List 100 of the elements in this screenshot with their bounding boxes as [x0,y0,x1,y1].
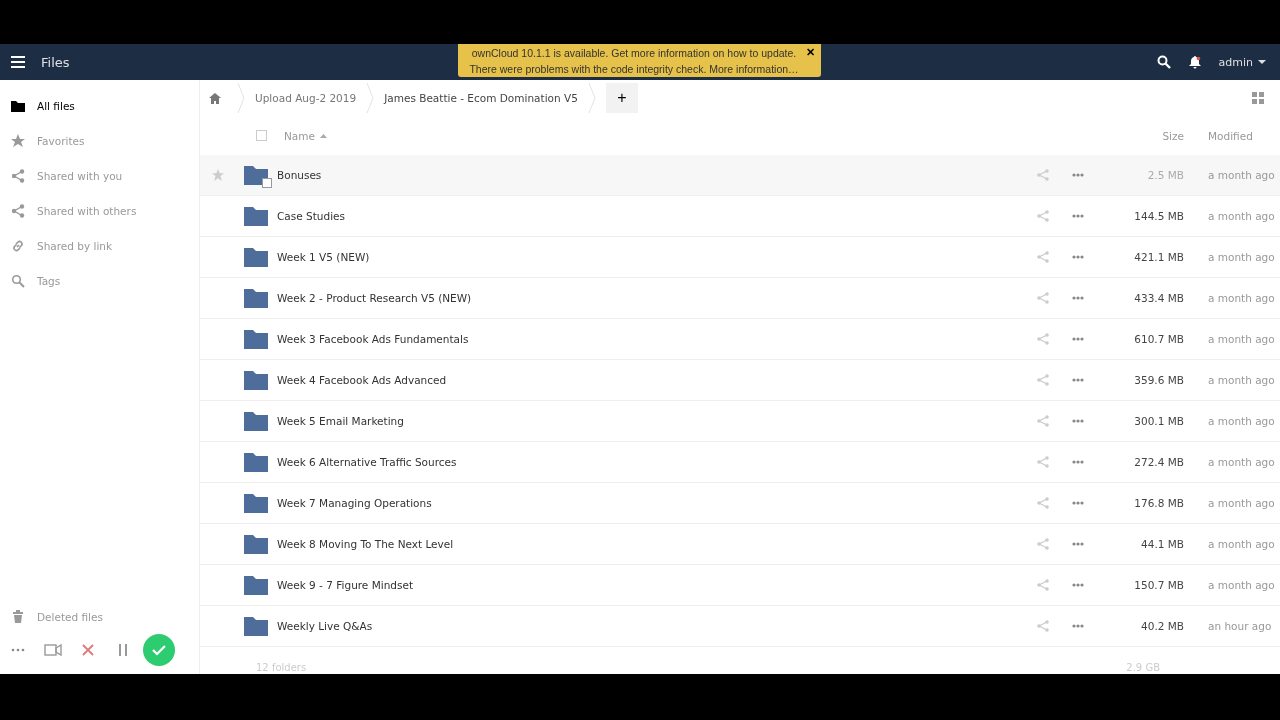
share-icon [11,168,25,183]
star-icon[interactable] [212,169,224,181]
file-size: 610.7 MB [1133,333,1184,345]
link-icon [11,238,25,253]
file-size: 359.6 MB [1133,374,1184,386]
file-name: Week 9 - 7 Figure Mindset [277,579,413,591]
file-row[interactable]: Weekly Live Q&As 40.2 MB an hour ago [200,606,1280,647]
file-name: Week 4 Facebook Ads Advanced [277,374,447,386]
file-row[interactable]: Week 6 Alternative Traffic Sources 272.4 MB a month ago [200,442,1280,483]
file-row[interactable]: Week 3 Facebook Ads Fundamentals 610.7 MB a month ago [200,319,1280,360]
folder-icon [244,206,268,226]
more-icon[interactable] [1072,583,1084,587]
file-name: Week 1 V5 (NEW) [277,251,370,263]
app-title: Files [41,54,70,70]
more-icon[interactable] [1072,460,1084,464]
modified-date: a month ago [1207,251,1276,263]
modified-date: a month ago [1207,374,1276,386]
file-size: 150.7 MB [1133,579,1184,591]
file-name: Case Studies [277,210,345,222]
file-row[interactable]: Week 4 Facebook Ads Advanced 359.6 MB a month ago [200,360,1280,401]
folder-icon [244,247,268,267]
file-name: Weekly Live Q&As [277,620,373,632]
share-icon[interactable] [1037,333,1049,345]
file-name: Bonuses [277,169,322,181]
file-size: 44.1 MB [1140,538,1184,550]
check-icon[interactable] [143,634,175,666]
file-row[interactable]: Week 2 - Product Research V5 (NEW) 433.4 MB a month ago [200,278,1280,319]
more-icon[interactable] [1072,173,1084,177]
folder-icon [244,411,268,431]
file-name: Week 6 Alternative Traffic Sources [277,456,457,468]
more-icon[interactable] [1072,542,1084,546]
file-row[interactable]: Week 1 V5 (NEW) 421.1 MB a month ago [200,237,1280,278]
file-size: 176.8 MB [1133,497,1184,509]
star-icon [11,133,25,148]
home-icon[interactable] [209,92,221,104]
share-icon[interactable] [1037,538,1049,550]
trash-icon [11,609,25,624]
share-icon[interactable] [1037,292,1049,304]
folder-icon [244,575,268,595]
share-icon[interactable] [1037,497,1049,509]
folder-icon [244,616,268,636]
menu-icon[interactable] [11,56,25,68]
more-icon[interactable] [1072,337,1084,341]
share-icon[interactable] [1037,210,1049,222]
more-icon[interactable] [1072,624,1084,628]
notice-text: ownCloud 10.1.1 is available. Get more information on how to update. [471,46,797,61]
modified-date: a month ago [1207,538,1276,550]
file-size: 2.5 MB [1146,169,1184,181]
more-icon[interactable] [1072,378,1084,382]
modified-date: a month ago [1207,456,1276,468]
share-icon[interactable] [1037,579,1049,591]
file-size: 40.2 MB [1140,620,1184,632]
file-row[interactable]: Week 8 Moving To The Next Level 44.1 MB a month ago [200,524,1280,565]
share-icon[interactable] [1037,374,1049,386]
file-name: Week 8 Moving To The Next Level [277,538,454,550]
file-row[interactable]: Week 9 - 7 Figure Mindset 150.7 MB a month ago [200,565,1280,606]
file-size: 144.5 MB [1133,210,1184,222]
file-name: Week 7 Managing Operations [277,497,432,509]
folder-icon [11,98,25,113]
grid-view-icon[interactable] [1252,92,1264,104]
select-all-checkbox[interactable] [256,130,267,141]
file-size: 433.4 MB [1133,292,1184,304]
search-icon[interactable] [1156,55,1171,69]
breadcrumb[interactable]: James Beattie - Ecom Domination V5 [384,92,578,104]
sidebar-item[interactable]: All files [0,88,199,123]
chevron-icon [237,83,245,113]
share-icon[interactable] [1037,251,1049,263]
chevron-icon [366,83,375,113]
modified-date: a month ago [1207,292,1276,304]
share-icon[interactable] [1037,620,1049,632]
close-button[interactable]: ✕ [804,45,817,59]
modified-date: a month ago [1207,497,1276,509]
new-button[interactable]: + [605,83,638,113]
folder-icon [244,452,268,472]
share-icon[interactable] [1037,415,1049,427]
file-size: 421.1 MB [1133,251,1184,263]
file-name: Week 5 Email Marketing [277,415,404,427]
more-icon[interactable] [1072,296,1084,300]
share-icon[interactable] [1037,456,1049,468]
more-icon[interactable] [1072,255,1084,259]
more-icon[interactable] [1072,419,1084,423]
share-icon[interactable] [1037,169,1049,181]
bell-icon[interactable] [1188,55,1201,69]
file-row[interactable]: Bonuses 2.5 MB a month ago [200,155,1280,196]
breadcrumb[interactable]: Upload Aug-2 2019 [255,92,357,104]
more-icon[interactable] [1072,214,1084,218]
folder-icon [244,329,268,349]
user-menu[interactable]: admin [1218,55,1266,69]
modified-date: a month ago [1207,579,1276,591]
modified-date: a month ago [1207,169,1276,181]
file-row[interactable]: Week 5 Email Marketing 300.1 MB a month ago [200,401,1280,442]
more-icon[interactable] [1072,501,1084,505]
row-checkbox[interactable] [262,178,272,188]
folder-icon [244,370,268,390]
file-name: Week 2 - Product Research V5 (NEW) [277,292,472,304]
folder-icon [244,288,268,308]
notice-text: There were problems with the code integrity check. More information… [469,62,799,77]
caret-icon [1258,59,1266,65]
file-row[interactable]: Case Studies 144.5 MB a month ago [200,196,1280,237]
file-row[interactable]: Week 7 Managing Operations 176.8 MB a month ago [200,483,1280,524]
